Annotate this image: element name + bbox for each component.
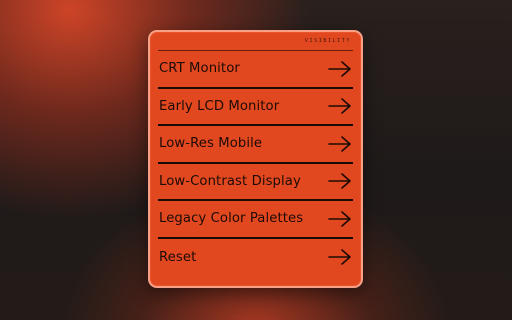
- menu-item-low-contrast-display[interactable]: Low-Contrast Display: [158, 164, 353, 201]
- menu-item-label: Legacy Color Palettes: [159, 211, 304, 227]
- menu-item-legacy-color-palettes[interactable]: Legacy Color Palettes: [158, 201, 353, 239]
- arrow-right-icon: [328, 173, 351, 190]
- menu-item-label: Early LCD Monitor: [159, 98, 280, 114]
- menu-item-early-lcd-monitor[interactable]: Early LCD Monitor: [158, 89, 353, 126]
- menu-item-low-res-mobile[interactable]: Low-Res Mobile: [158, 126, 353, 164]
- arrow-right-icon: [328, 210, 351, 227]
- menu-item-label: Low-Res Mobile: [159, 136, 263, 152]
- arrow-right-icon: [328, 135, 351, 152]
- arrow-right-icon: [328, 60, 351, 77]
- menu-item-label: Low-Contrast Display: [159, 173, 301, 189]
- menu-item-reset[interactable]: Reset: [158, 239, 353, 277]
- arrow-right-icon: [328, 98, 351, 115]
- menu-item-label: Reset: [159, 249, 197, 265]
- visibility-menu-panel: VISIBILITY CRT Monitor Early LCD Monitor…: [148, 30, 363, 288]
- menu-item-label: CRT Monitor: [159, 61, 240, 77]
- arrow-right-icon: [328, 249, 351, 266]
- panel-header: VISIBILITY: [158, 32, 353, 51]
- menu-item-crt-monitor[interactable]: CRT Monitor: [158, 51, 353, 89]
- panel-title: VISIBILITY: [304, 38, 351, 44]
